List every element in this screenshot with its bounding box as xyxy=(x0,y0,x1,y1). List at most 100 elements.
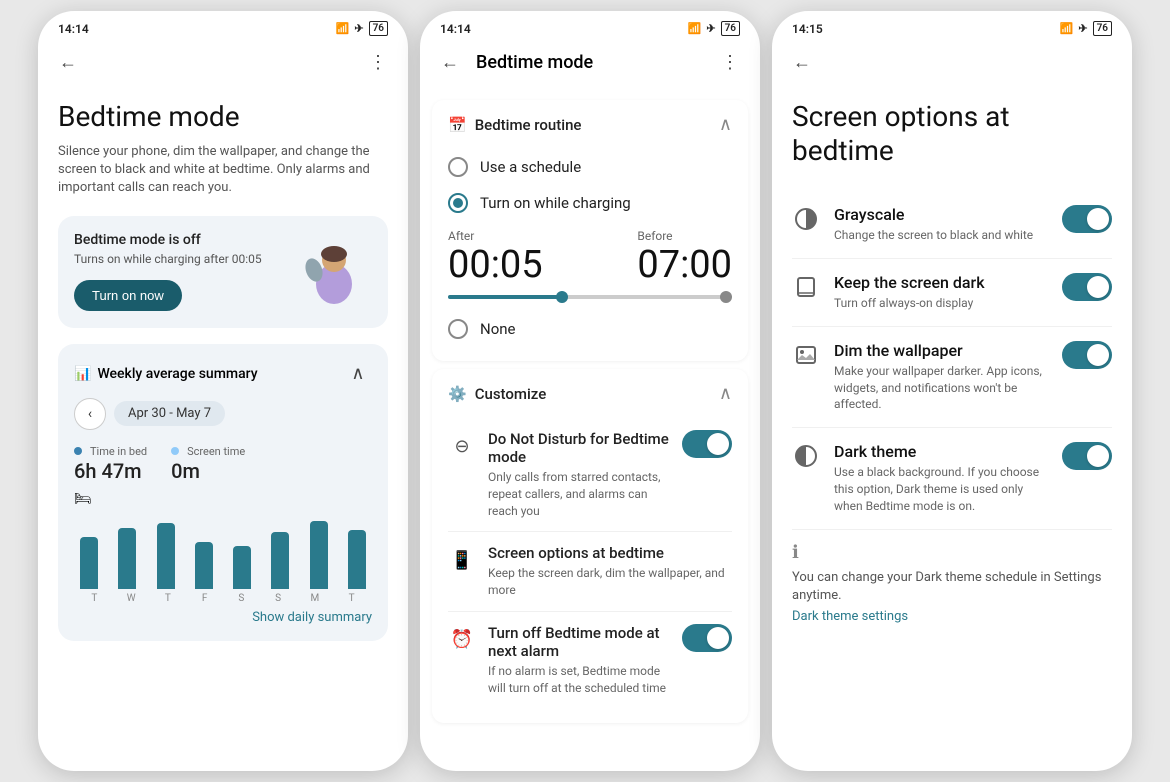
dim-wallpaper-content: Dim the wallpaper Make your wallpaper da… xyxy=(834,341,1048,413)
turn-on-charging-option[interactable]: Turn on while charging xyxy=(448,185,732,221)
customize-header: ⚙️ Customize ∧ xyxy=(448,383,732,404)
routine-header: 📅 Bedtime routine ∧ xyxy=(448,114,732,135)
turn-on-charging-radio[interactable] xyxy=(448,193,468,213)
time-slider[interactable] xyxy=(448,295,732,299)
bar-group-7 xyxy=(342,530,372,589)
dim-wallpaper-option: Dim the wallpaper Make your wallpaper da… xyxy=(792,327,1112,428)
back-button-2[interactable]: ← xyxy=(436,48,464,76)
screen3-title: Screen options at bedtime xyxy=(792,100,1112,167)
prev-week-btn[interactable]: ‹ xyxy=(74,398,106,430)
calendar-icon: 📅 xyxy=(448,116,467,134)
day-label-2: T xyxy=(150,593,187,604)
screen-options-item[interactable]: 📱 Screen options at bedtime Keep the scr… xyxy=(448,532,732,612)
grayscale-icon xyxy=(792,207,820,231)
bar-group-5 xyxy=(265,532,295,589)
screen1-title: Bedtime mode xyxy=(58,100,388,133)
wifi-icon-3: 📶 xyxy=(1060,22,1074,35)
status-bar-2: 14:14 📶 ✈ 76 xyxy=(420,11,760,40)
bed-illustration xyxy=(292,232,372,312)
dim-wallpaper-toggle-btn[interactable] xyxy=(1062,341,1112,369)
dim-wallpaper-toggle[interactable] xyxy=(1062,341,1112,369)
stat-screen-time: Screen time 0m xyxy=(171,440,245,483)
day-label-3: F xyxy=(186,593,223,604)
dark-theme-icon xyxy=(792,444,820,468)
weekly-summary-section: 📊 Weekly average summary ∧ ‹ Apr 30 - Ma… xyxy=(58,344,388,641)
none-radio[interactable] xyxy=(448,319,468,339)
bedtime-status-card: Bedtime mode is off Turns on while charg… xyxy=(58,216,388,328)
slider-handle-left[interactable] xyxy=(556,291,568,303)
bar-4 xyxy=(233,546,251,589)
bar-2 xyxy=(157,523,175,589)
info-section: ℹ You can change your Dark theme schedul… xyxy=(792,530,1112,636)
time-2: 14:14 xyxy=(440,22,471,36)
status-bar-3: 14:15 📶 ✈ 76 xyxy=(772,11,1132,40)
grayscale-content: Grayscale Change the screen to black and… xyxy=(834,205,1048,244)
battery-icon-3: 76 xyxy=(1093,21,1112,36)
slider-handle-right[interactable] xyxy=(720,291,732,303)
after-block: After 00:05 xyxy=(448,229,543,287)
screen-options-icon: 📱 xyxy=(448,546,476,574)
dnd-content: Do Not Disturb for Bedtime mode Only cal… xyxy=(488,430,670,519)
weekly-label: 📊 Weekly average summary xyxy=(74,366,258,382)
screen2-body: 📅 Bedtime routine ∧ Use a schedule Turn … xyxy=(420,84,760,754)
bluetooth-icon: ✈ xyxy=(354,22,363,35)
screen1-frame: 14:14 📶 ✈ 76 ← ⋮ Bedtime mode Silence yo… xyxy=(38,11,408,771)
keep-dark-toggle-btn[interactable] xyxy=(1062,273,1112,301)
status-icons-3: 📶 ✈ 76 xyxy=(1060,21,1112,36)
before-block: Before 07:00 xyxy=(637,229,732,287)
stat-dot-screen xyxy=(171,447,179,455)
more-button-1[interactable]: ⋮ xyxy=(364,48,392,76)
alarm-icon: ⏰ xyxy=(448,626,476,654)
dnd-toggle-btn[interactable] xyxy=(682,430,732,458)
none-option[interactable]: None xyxy=(448,311,732,347)
card-info: Bedtime mode is off Turns on while charg… xyxy=(74,232,262,311)
bar-group-6 xyxy=(304,521,334,589)
bar-group-4 xyxy=(227,546,257,589)
topbar-2: ← Bedtime mode ⋮ xyxy=(420,40,760,84)
bar-chart xyxy=(74,509,372,589)
keep-dark-toggle[interactable] xyxy=(1062,273,1112,301)
stats-row: Time in bed 6h 47m Screen time 0m xyxy=(74,440,372,483)
show-daily-summary-btn[interactable]: Show daily summary xyxy=(74,610,372,625)
bedtime-routine-card: 📅 Bedtime routine ∧ Use a schedule Turn … xyxy=(432,100,748,361)
collapse-routine-btn[interactable]: ∧ xyxy=(719,114,732,135)
back-button-1[interactable]: ← xyxy=(54,48,82,76)
wifi-icon-2: 📶 xyxy=(688,22,702,35)
status-bar-1: 14:14 📶 ✈ 76 xyxy=(38,11,408,40)
week-nav: ‹ Apr 30 - May 7 xyxy=(74,398,372,430)
arrow-icon-2: ✈ xyxy=(706,22,715,35)
dnd-item[interactable]: ⊖ Do Not Disturb for Bedtime mode Only c… xyxy=(448,418,732,532)
bar-7 xyxy=(348,530,366,589)
bar-group-3 xyxy=(189,542,219,589)
weekly-header: 📊 Weekly average summary ∧ xyxy=(74,360,372,388)
screen2-frame: 14:14 📶 ✈ 76 ← Bedtime mode ⋮ 📅 Bedtime … xyxy=(420,11,760,771)
screen3-body: Screen options at bedtime Grayscale Chan… xyxy=(772,84,1132,764)
grayscale-toggle-btn[interactable] xyxy=(1062,205,1112,233)
dark-theme-toggle-btn[interactable] xyxy=(1062,442,1112,470)
use-schedule-radio[interactable] xyxy=(448,157,468,177)
alarm-toggle-btn[interactable] xyxy=(682,624,732,652)
grayscale-toggle[interactable] xyxy=(1062,205,1112,233)
dark-theme-toggle[interactable] xyxy=(1062,442,1112,470)
screen1-desc: Silence your phone, dim the wallpaper, a… xyxy=(58,143,388,198)
day-label-7: T xyxy=(333,593,370,604)
use-schedule-option[interactable]: Use a schedule xyxy=(448,149,732,185)
topbar-1: ← ⋮ xyxy=(38,40,408,84)
alarm-content: Turn off Bedtime mode at next alarm If n… xyxy=(488,624,670,697)
alarm-toggle[interactable] xyxy=(682,624,732,652)
chart-icon: 📊 xyxy=(74,366,91,382)
collapse-customize-btn[interactable]: ∧ xyxy=(719,383,732,404)
battery-icon-2: 76 xyxy=(721,21,740,36)
back-button-3[interactable]: ← xyxy=(788,48,816,76)
bar-3 xyxy=(195,542,213,589)
turn-on-button[interactable]: Turn on now xyxy=(74,280,182,311)
collapse-weekly-btn[interactable]: ∧ xyxy=(344,360,372,388)
bar-group-1 xyxy=(112,528,142,589)
dnd-toggle[interactable] xyxy=(682,430,732,458)
turn-off-alarm-item[interactable]: ⏰ Turn off Bedtime mode at next alarm If… xyxy=(448,612,732,709)
stat-time-in-bed: Time in bed 6h 47m xyxy=(74,440,147,483)
dark-theme-settings-link[interactable]: Dark theme settings xyxy=(792,609,908,624)
bar-6 xyxy=(310,521,328,589)
bar-0 xyxy=(80,537,98,589)
more-button-2[interactable]: ⋮ xyxy=(716,48,744,76)
